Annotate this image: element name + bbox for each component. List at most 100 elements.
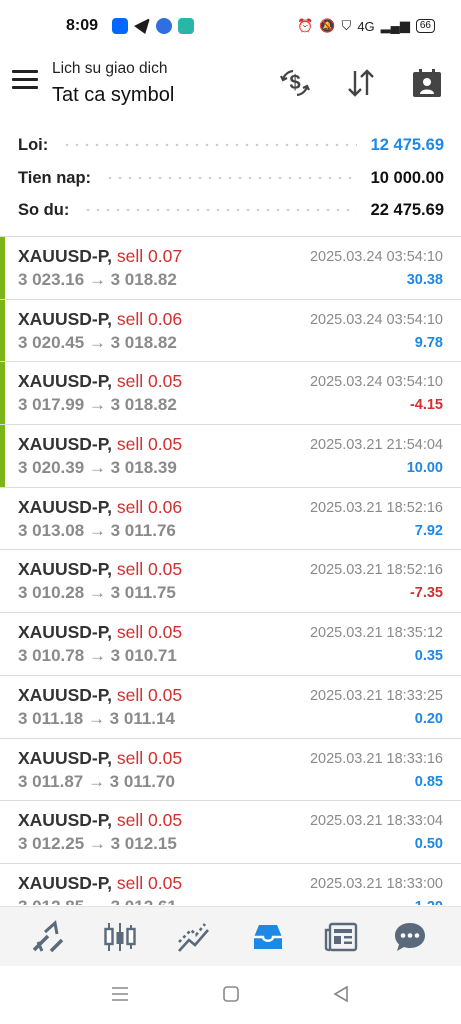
trade-prices: 3 010.78 → 3 010.71 [18,646,177,666]
trade-profit: 0.20 [414,710,443,727]
trade-side: sell 0.05 [116,747,183,768]
leader-dots [83,204,357,216]
trade-row[interactable]: XAUUSD-P, sell 0.07 3 023.16 → 3 018.82 20… [0,237,461,300]
trade-time: 2025.03.21 18:33:25 [309,687,443,704]
trade-symbol: XAUUSD-P, sell 0.05 [18,559,182,580]
account-summary: Loi: 12 475.69 Tien nap: 10 000.00 So du… [0,128,461,224]
trade-profit: -4.15 [409,397,443,414]
recent-apps-icon[interactable] [108,982,132,1006]
trade-symbol: XAUUSD-P, sell 0.05 [18,371,182,392]
trade-side: sell 0.07 [116,246,183,266]
trade-side: sell 0.05 [116,434,183,455]
history-icon[interactable] [250,919,286,955]
signal-label: 4G [357,18,375,34]
alarm-icon: ⏰ [297,18,314,33]
trade-symbol-label: XAUUSD-P, [18,308,113,329]
trade-prices: 3 012.85 → 3 012.61 [18,897,177,905]
trade-prices: 3 020.39 → 3 018.39 [18,458,177,478]
trade-prices: 3 011.87 → 3 011.70 [18,771,175,791]
trade-symbol-label: XAUUSD-P, [18,434,113,455]
zalo-icon [112,18,129,34]
trade-time: 2025.03.21 18:33:00 [309,875,443,892]
telegram-icon [134,18,151,34]
trade-row[interactable]: XAUUSD-P, sell 0.05 3 012.85 → 3 012.61 20… [0,864,461,905]
bottom-navigation [0,906,461,966]
trade-symbol-label: XAUUSD-P, [18,684,113,705]
balance-row: So du: 22 475.69 [18,196,444,224]
balance-label: So du: [18,200,70,219]
trade-time: 2025.03.21 18:52:16 [309,499,443,516]
battery-icon: 66 [415,19,435,33]
trade-symbol-label: XAUUSD-P, [18,496,113,517]
app-icon [178,18,195,34]
trade-side: sell 0.05 [116,622,183,643]
mute-icon: 🔕 [319,18,336,33]
trade-prices: 3 017.99 → 3 018.82 [18,395,177,415]
quotes-icon[interactable] [30,919,66,955]
trade-profit: 10.00 [406,460,443,477]
trade-symbol-label: XAUUSD-P, [18,747,113,768]
deposit-value: 10 000.00 [370,168,444,187]
menu-icon[interactable] [12,70,38,92]
svg-text:$: $ [289,72,300,94]
trade-prices: 3 013.08 → 3 011.76 [18,520,176,540]
trade-time: 2025.03.21 18:33:04 [309,813,443,830]
shield-icon: ⛉ [341,18,352,33]
trade-profit: -7.35 [409,585,443,602]
deposit-row: Tien nap: 10 000.00 [18,164,444,192]
trade-side: sell 0.06 [116,308,183,329]
trade-symbol-label: XAUUSD-P, [18,872,113,893]
trade-side: sell 0.05 [116,559,183,580]
trade-time: 2025.03.24 03:54:10 [309,249,443,265]
trade-row[interactable]: XAUUSD-P, sell 0.05 3 011.87 → 3 011.70 20… [0,739,461,802]
trade-row[interactable]: XAUUSD-P, sell 0.05 3 010.28 → 3 011.75 20… [0,550,461,614]
header-subtitle: Lich su giao dich [52,60,168,77]
home-icon[interactable] [219,982,243,1006]
header-title[interactable]: Tat ca symbol [52,84,174,107]
trade-side: sell 0.05 [116,872,183,893]
news-icon[interactable] [323,919,359,955]
trade-row[interactable]: XAUUSD-P, sell 0.05 3 011.18 → 3 011.14 20… [0,676,461,739]
trade-time: 2025.03.24 03:54:10 [309,374,443,391]
profit-row: Loi: 12 475.69 [18,131,444,159]
trade-prices: 3 010.28 → 3 011.75 [18,583,176,603]
trade-row[interactable]: XAUUSD-P, sell 0.05 3 020.39 → 3 018.39 20… [0,425,461,488]
trade-row[interactable]: XAUUSD-P, sell 0.06 3 020.45 → 3 018.82 20… [0,299,461,363]
trade-row[interactable]: XAUUSD-P, sell 0.05 3 017.99 → 3 018.82 20… [0,362,461,426]
trade-icon[interactable] [176,919,212,955]
trade-symbol: XAUUSD-P, sell 0.06 [18,309,182,330]
trade-history-list[interactable]: XAUUSD-P, sell 0.07 3 023.16 → 3 018.82 20… [0,237,461,905]
trade-time: 2025.03.21 18:33:16 [309,750,443,767]
trade-symbol-label: XAUUSD-P, [18,622,113,643]
trade-time: 2025.03.24 03:54:10 [309,311,443,328]
trade-row[interactable]: XAUUSD-P, sell 0.06 3 013.08 → 3 011.76 20… [0,488,461,551]
chart-icon[interactable] [102,919,138,955]
currency-exchange-icon[interactable]: $ [278,66,312,100]
leader-dots [105,172,357,184]
trade-symbol: XAUUSD-P, sell 0.06 [18,497,182,518]
trade-symbol: XAUUSD-P, sell 0.05 [18,873,182,894]
trade-prices: 3 020.45 → 3 018.82 [18,332,177,352]
sort-icon[interactable] [344,66,378,100]
back-icon[interactable] [329,982,353,1006]
deposit-label: Tien nap: [18,168,92,187]
balance-value: 22 475.69 [370,200,444,219]
trade-row[interactable]: XAUUSD-P, sell 0.05 3 010.78 → 3 010.71 20… [0,613,461,676]
trade-time: 2025.03.21 21:54:04 [309,437,443,454]
trade-prices: 3 012.25 → 3 012.15 [18,834,177,854]
trade-row[interactable]: XAUUSD-P, sell 0.05 3 012.25 → 3 012.15 20… [0,801,461,864]
trade-side: sell 0.05 [116,810,183,831]
trade-profit: 0.35 [414,648,443,665]
trade-profit: 7.92 [414,522,443,539]
trade-profit: 1.20 [415,899,443,905]
trade-symbol: XAUUSD-P, sell 0.05 [18,622,182,643]
app-icon [156,18,173,34]
status-bar: 8:09 ⏰ 🔕 ⛉ 4G ▂▄▆ 66 [0,0,461,52]
trade-symbol: XAUUSD-P, sell 0.05 [18,810,182,831]
calendar-profile-icon[interactable] [410,66,444,100]
trade-side: sell 0.05 [116,684,183,705]
profit-value: 12 475.69 [370,135,444,154]
trade-symbol: XAUUSD-P, sell 0.05 [18,685,182,706]
chat-icon[interactable] [392,919,428,955]
status-time: 8:09 [66,17,99,34]
